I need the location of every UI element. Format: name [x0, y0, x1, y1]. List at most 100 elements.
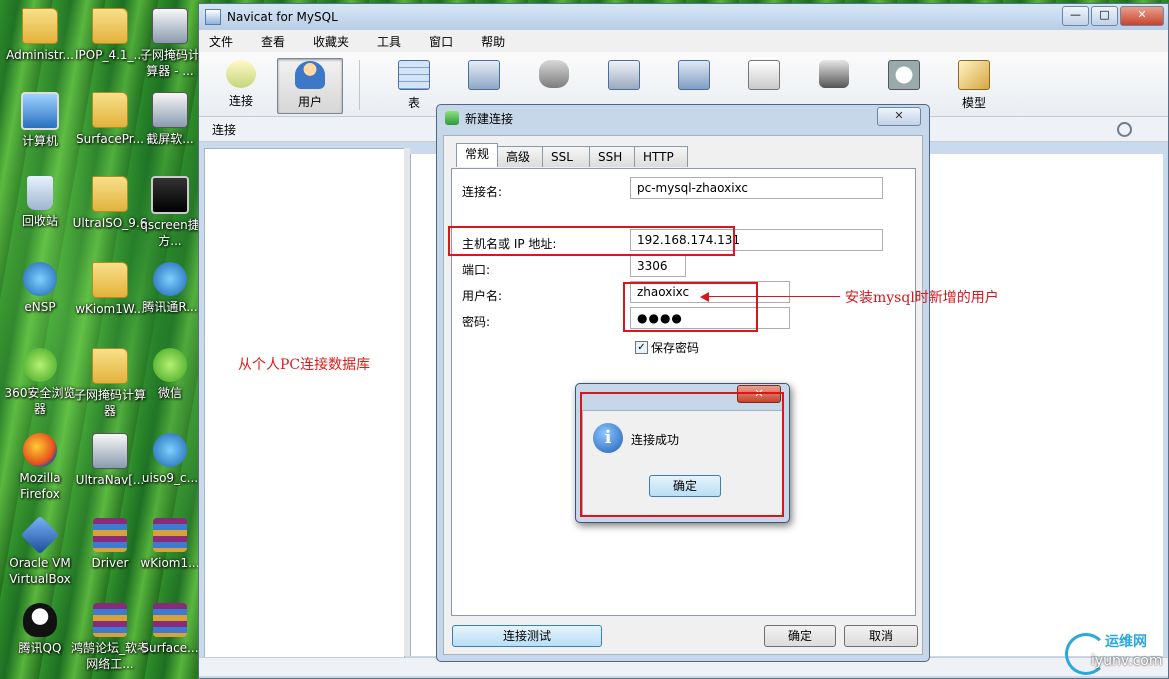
desktop-icon-subnet-calc[interactable]: 子网掩码计算器 - ...: [140, 8, 200, 79]
tab-advanced[interactable]: 高级: [497, 146, 544, 167]
folder-icon: [92, 176, 128, 212]
desktop-icon-firefox[interactable]: Mozilla Firefox: [0, 433, 80, 502]
annotation-arrow-head: [700, 292, 709, 302]
close-button[interactable]: ✕: [1120, 6, 1164, 26]
desktop-icon-qscreen[interactable]: qscreen捷方...: [140, 176, 200, 249]
minimize-button[interactable]: —: [1062, 6, 1089, 26]
username-label: 用户名:: [462, 289, 503, 303]
toolbar-connect-button[interactable]: 连接: [209, 58, 273, 112]
toolbar-separator: [359, 60, 360, 110]
menu-view[interactable]: 查看: [261, 33, 285, 50]
app-icon: [92, 433, 128, 469]
menu-window[interactable]: 窗口: [429, 33, 453, 50]
tab-ssl[interactable]: SSL: [542, 146, 591, 167]
desktop-icon-wechat[interactable]: 微信: [140, 348, 200, 401]
credentials-highlight-box: [623, 282, 758, 332]
save-password-label: 保存密码: [651, 341, 700, 355]
archive-icon: [153, 518, 187, 552]
connection-name-field[interactable]: pc-mysql-zhaoxixc: [630, 177, 883, 199]
desktop-icon-ultranav[interactable]: UltraNav[...: [70, 433, 150, 488]
backup-icon: [819, 60, 849, 88]
wechat-icon: [153, 348, 187, 382]
recycle-bin-icon: [27, 176, 53, 210]
schedule-icon: [888, 60, 920, 90]
browser-icon: [23, 348, 57, 382]
toolbar-model-button[interactable]: 模型: [942, 58, 1006, 112]
desktop-icon-uiso[interactable]: uiso9_c...: [140, 433, 200, 486]
desktop-icon-wkiom-archive[interactable]: wKiom1...: [140, 518, 200, 571]
folder-icon: [92, 92, 128, 128]
desktop-icon-honghu[interactable]: 鸿鹄论坛_软考网络工...: [70, 603, 150, 672]
desktop-icon-360-browser[interactable]: 360安全浏览器: [0, 348, 80, 417]
tab-ssh[interactable]: SSH: [589, 146, 636, 167]
dialog-title: 新建连接: [465, 111, 514, 126]
archive-icon: [153, 603, 187, 637]
desktop-icon-driver[interactable]: Driver: [70, 518, 150, 571]
menu-favorites[interactable]: 收藏夹: [313, 33, 349, 50]
menu-help[interactable]: 帮助: [481, 33, 505, 50]
plug-icon: [226, 60, 256, 88]
connection-pane-label: 连接: [212, 122, 237, 137]
desktop-icon-subnet-calc-folder[interactable]: 子网掩码计算器: [70, 348, 150, 419]
dialog-titlebar[interactable]: 新建连接 ✕: [437, 105, 929, 131]
success-highlight-box: [580, 392, 784, 517]
test-connection-button[interactable]: 连接测试: [452, 625, 602, 647]
tab-http[interactable]: HTTP: [634, 146, 689, 167]
desktop-icon-recycle-bin[interactable]: 回收站: [0, 176, 80, 229]
user-folder-icon: [22, 8, 58, 44]
event-icon: [608, 60, 640, 90]
toolbar-table-button[interactable]: 表: [382, 58, 446, 112]
toolbar-user-button[interactable]: 用户: [277, 58, 343, 114]
search-icon[interactable]: [1117, 122, 1132, 137]
virtualbox-icon: [20, 515, 60, 555]
menu-file[interactable]: 文件: [209, 33, 233, 50]
annotation-arrow-line: [706, 296, 840, 297]
archive-icon: [93, 603, 127, 637]
save-password-checkbox[interactable]: ✓: [635, 341, 648, 354]
menu-bar: 文件 查看 收藏夹 工具 窗口 帮助: [199, 30, 1168, 52]
desktop-icon-ensp[interactable]: eNSP: [0, 262, 80, 315]
watermark-en: iyunv.com: [1091, 653, 1163, 669]
network-icon: [23, 262, 57, 296]
connection-icon: [445, 111, 459, 125]
desktop-icon-ultraiso[interactable]: UltraISO_9.6: [70, 176, 150, 231]
desktop-icon-rtx[interactable]: 腾讯通R...: [140, 262, 200, 315]
desktop-icon-administrator[interactable]: Administr...: [0, 8, 80, 63]
folder-icon: [92, 348, 128, 384]
desktop-icon-computer[interactable]: 计算机: [0, 92, 80, 149]
camera-icon: [151, 176, 189, 214]
desktop-icon-wkiom[interactable]: wKiom1W...: [70, 262, 150, 317]
navicat-app-icon: [205, 9, 221, 25]
port-label: 端口:: [462, 263, 491, 277]
table-icon: [398, 60, 430, 90]
annotation-new-mysql-user: 安装mysql时新增的用户: [845, 290, 999, 306]
folder-icon: [92, 262, 128, 298]
qq-icon: [23, 603, 57, 637]
query-icon: [678, 60, 710, 90]
tab-general[interactable]: 常规: [456, 143, 499, 167]
watermark-cn: 运维网: [1105, 634, 1147, 650]
desktop-icon-qq[interactable]: 腾讯QQ: [0, 603, 80, 656]
desktop-icon-surfacepro[interactable]: SurfacePr...: [70, 92, 150, 147]
desktop-icon-ipop[interactable]: IPOP_4.1_...: [70, 8, 150, 63]
archive-icon: [93, 518, 127, 552]
computer-icon: [21, 92, 59, 130]
desktop-icon-virtualbox[interactable]: Oracle VM VirtualBox: [0, 515, 80, 587]
model-icon: [958, 60, 990, 90]
cancel-button[interactable]: 取消: [844, 625, 918, 647]
maximize-button[interactable]: □: [1091, 6, 1118, 26]
port-field[interactable]: 3306: [630, 255, 686, 277]
report-icon: [748, 60, 780, 90]
desktop-icon-screenshot[interactable]: 截屏软...: [140, 92, 200, 147]
window-titlebar[interactable]: Navicat for MySQL — □ ✕: [199, 4, 1168, 30]
desktop-icon-surface-archive[interactable]: Surface...: [140, 603, 200, 656]
menu-tools[interactable]: 工具: [377, 33, 401, 50]
firefox-icon: [23, 433, 57, 467]
ok-button[interactable]: 确定: [764, 625, 836, 647]
window-title: Navicat for MySQL: [227, 10, 338, 24]
app-icon: [153, 262, 187, 296]
dialog-close-button[interactable]: ✕: [877, 107, 921, 126]
watermark-logo: 运维网 iyunv.com: [1065, 629, 1165, 675]
connection-tree[interactable]: [204, 148, 405, 658]
host-highlight-box: [448, 226, 735, 256]
